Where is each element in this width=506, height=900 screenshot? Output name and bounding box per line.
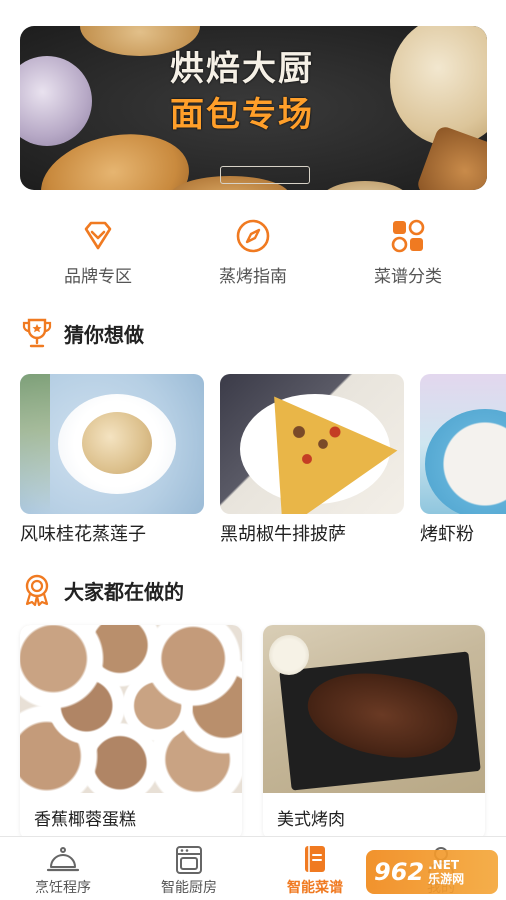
compass-icon (236, 219, 270, 253)
tab-label: 烹饪程序 (35, 880, 91, 896)
oven-icon (176, 846, 202, 874)
popular-list: 香蕉椰蓉蛋糕 美式烤肉 (0, 625, 506, 840)
quick-entries: 品牌专区 蒸烤指南 菜谱分类 (0, 218, 506, 288)
recipe-card[interactable]: 黑胡椒牛排披萨 (220, 374, 404, 546)
steam-bake-guide-label: 蒸烤指南 (219, 267, 287, 287)
popular-section-header: 大家都在做的 (20, 572, 184, 608)
recipe-category-label: 菜谱分类 (374, 267, 442, 287)
tab-label: 智能菜谱 (287, 880, 343, 896)
guess-section-header: 猜你想做 (20, 315, 144, 351)
brand-diamond-icon (84, 221, 112, 250)
recipe-image (220, 374, 404, 514)
section-title: 大家都在做的 (64, 579, 184, 604)
banner-tag (220, 166, 310, 184)
recipe-card[interactable]: 香蕉椰蓉蛋糕 (20, 625, 242, 840)
brand-zone-label: 品牌专区 (64, 267, 132, 287)
recipe-card[interactable]: 烤虾粉 (420, 374, 506, 546)
tab-smart-recipes[interactable]: 智能菜谱 (252, 845, 378, 897)
recipe-title: 美式烤肉 (277, 810, 345, 830)
steam-bake-guide-button[interactable]: 蒸烤指南 (183, 218, 323, 287)
recipe-title: 黑胡椒牛排披萨 (220, 524, 346, 545)
guess-list[interactable]: 风味桂花蒸莲子 黑胡椒牛排披萨 烤虾粉 (0, 374, 506, 554)
cloche-icon (46, 847, 80, 872)
watermark-number: 962 (374, 858, 425, 886)
trophy-icon (22, 318, 52, 348)
recipe-book-icon (305, 846, 325, 872)
recipe-title: 香蕉椰蓉蛋糕 (34, 810, 136, 830)
recipe-category-button[interactable]: 菜谱分类 (338, 218, 478, 287)
category-grid-icon (391, 219, 425, 253)
recipe-image (20, 374, 204, 514)
site-watermark: 962 .NET 乐游网 (366, 850, 498, 894)
recipe-title: 烤虾粉 (420, 524, 474, 545)
recipe-card[interactable]: 美式烤肉 (263, 625, 485, 840)
bread-image (20, 56, 92, 146)
brand-zone-button[interactable]: 品牌专区 (28, 218, 168, 287)
promo-banner[interactable]: 烘焙大厨 面包专场 (20, 26, 487, 190)
recipe-image (263, 625, 485, 793)
banner-title: 烘焙大厨 面包专场 (170, 49, 314, 135)
tab-smart-kitchen[interactable]: 智能厨房 (126, 845, 252, 897)
recipe-card[interactable]: 风味桂花蒸莲子 (20, 374, 204, 546)
tab-cooking-program[interactable]: 烹饪程序 (0, 845, 126, 897)
bread-image (320, 181, 410, 190)
recipe-image (20, 625, 242, 793)
medal-icon (25, 574, 49, 607)
recipe-title: 风味桂花蒸莲子 (20, 524, 146, 545)
recipe-image (420, 374, 506, 514)
tab-label: 智能厨房 (161, 880, 217, 896)
section-title: 猜你想做 (64, 322, 144, 347)
watermark-text: .NET 乐游网 (428, 858, 465, 886)
